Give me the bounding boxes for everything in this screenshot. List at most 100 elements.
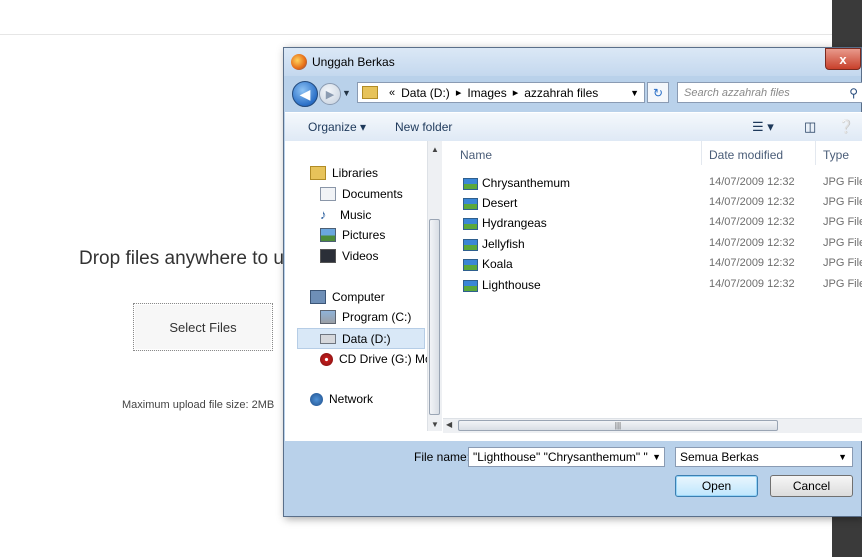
file-date: 14/07/2009 12:32: [709, 237, 795, 249]
nav-item-libraries[interactable]: Libraries: [310, 166, 378, 180]
file-row[interactable]: Desert 14/07/2009 12:32 JPG File: [443, 193, 862, 213]
file-row[interactable]: Hydrangeas 14/07/2009 12:32 JPG File: [443, 213, 862, 233]
scroll-up-icon[interactable]: ▲: [431, 145, 439, 154]
browser-content: Libraries Documents ♪ Music Pictures Vid…: [285, 141, 862, 441]
libraries-icon: [310, 166, 326, 180]
nav-item-data-d[interactable]: Data (D:): [297, 328, 425, 349]
image-file-icon: [463, 259, 478, 271]
organize-menu[interactable]: Organize ▾: [308, 120, 366, 134]
cancel-button[interactable]: Cancel: [770, 475, 853, 497]
nav-label: CD Drive (G:) Mo: [339, 352, 432, 366]
scrollbar-thumb[interactable]: |||: [458, 420, 778, 431]
nav-label: Music: [340, 208, 372, 222]
nav-label: Computer: [332, 290, 385, 304]
drive-d-icon: [320, 333, 336, 344]
firefox-icon: [291, 54, 307, 70]
column-header-date[interactable]: Date modified: [709, 148, 783, 162]
file-name: Lighthouse: [482, 278, 541, 292]
file-name-dropdown-icon[interactable]: ▼: [652, 452, 661, 462]
nav-label: Network: [329, 392, 374, 406]
breadcrumb-item[interactable]: azzahrah files: [524, 86, 598, 100]
file-upload-dialog: Unggah Berkas x ◀ ▶ ▼ « Data (D:) ▸ Imag…: [283, 47, 862, 517]
filter-value: Semua Berkas: [680, 450, 759, 464]
open-button[interactable]: Open: [675, 475, 758, 497]
view-options-icon[interactable]: ☰ ▾: [752, 119, 774, 135]
search-input[interactable]: Search azzahrah files ⚲: [677, 82, 862, 103]
file-type: JPG File: [823, 237, 862, 249]
file-date: 14/07/2009 12:32: [709, 278, 795, 290]
file-type-filter[interactable]: Semua Berkas ▼: [675, 447, 853, 467]
back-arrow-icon[interactable]: ◀: [292, 81, 318, 107]
column-header-name[interactable]: Name: [460, 148, 492, 162]
search-icon[interactable]: ⚲: [849, 86, 858, 100]
new-folder-button[interactable]: New folder: [395, 120, 452, 134]
breadcrumb-chevron-icon[interactable]: ▸: [513, 86, 519, 99]
nav-item-cd-drive[interactable]: CD Drive (G:) Mo: [320, 352, 432, 366]
file-list-hscrollbar[interactable]: ◀ |||: [443, 418, 862, 433]
forward-arrow-icon[interactable]: ▶: [319, 83, 341, 105]
image-file-icon: [463, 198, 478, 210]
file-name-label: File name:: [414, 450, 471, 464]
image-file-icon: [463, 178, 478, 190]
file-name: Chrysanthemum: [482, 176, 571, 190]
file-date: 14/07/2009 12:32: [709, 176, 795, 188]
file-date: 14/07/2009 12:32: [709, 196, 795, 208]
column-header-type[interactable]: Type: [823, 148, 849, 162]
pictures-icon: [320, 228, 336, 242]
preview-pane-icon[interactable]: ◫: [804, 119, 816, 135]
page-top-divider: [0, 34, 862, 35]
scroll-left-icon[interactable]: ◀: [446, 420, 452, 429]
nav-item-network[interactable]: Network: [310, 392, 373, 406]
select-files-button[interactable]: Select Files: [133, 303, 273, 351]
address-bar[interactable]: « Data (D:) ▸ Images ▸ azzahrah files ▼: [357, 82, 645, 103]
nav-label: Videos: [342, 249, 379, 263]
file-name: Desert: [482, 196, 518, 210]
help-icon[interactable]: ❔: [838, 119, 854, 135]
navigation-pane: Libraries Documents ♪ Music Pictures Vid…: [285, 141, 432, 431]
scrollbar-thumb[interactable]: [429, 219, 440, 415]
nav-item-program-c[interactable]: Program (C:): [320, 310, 411, 324]
dialog-titlebar[interactable]: Unggah Berkas x: [284, 48, 861, 76]
file-name: Hydrangeas: [482, 216, 547, 230]
max-upload-size-text: Maximum upload file size: 2MB: [122, 399, 275, 411]
navigation-scrollbar[interactable]: ▲ ▼: [427, 141, 442, 431]
cd-drive-icon: [320, 352, 333, 366]
computer-icon: [310, 290, 326, 304]
file-row[interactable]: Chrysanthemum 14/07/2009 12:32 JPG File: [443, 173, 862, 193]
file-list: Name Date modified Type Chrysanthemum 14…: [443, 141, 862, 421]
file-row[interactable]: Jellyfish 14/07/2009 12:32 JPG File: [443, 234, 862, 254]
column-separator[interactable]: [701, 141, 702, 165]
close-button[interactable]: x: [825, 48, 861, 70]
search-placeholder: Search azzahrah files: [684, 86, 790, 99]
drive-c-icon: [320, 310, 336, 324]
videos-icon: [320, 249, 336, 263]
image-file-icon: [463, 239, 478, 251]
file-date: 14/07/2009 12:32: [709, 257, 795, 269]
file-name-input[interactable]: "Lighthouse" "Chrysanthemum" " ▼: [468, 447, 665, 467]
column-separator[interactable]: [815, 141, 816, 165]
filter-dropdown-icon[interactable]: ▼: [838, 452, 847, 462]
file-row[interactable]: Lighthouse 14/07/2009 12:32 JPG File: [443, 275, 862, 295]
refresh-icon[interactable]: ↻: [647, 82, 669, 103]
nav-item-documents[interactable]: Documents: [320, 187, 403, 201]
breadcrumb-item[interactable]: Data (D:): [401, 86, 450, 100]
scroll-down-icon[interactable]: ▼: [431, 420, 439, 429]
breadcrumb-overflow-icon[interactable]: «: [389, 87, 395, 99]
nav-item-computer[interactable]: Computer: [310, 290, 385, 304]
breadcrumb-item[interactable]: Images: [467, 86, 506, 100]
music-icon: ♪: [320, 207, 327, 222]
nav-item-videos[interactable]: Videos: [320, 249, 378, 263]
navigation-bar: ◀ ▶ ▼ « Data (D:) ▸ Images ▸ azzahrah fi…: [284, 76, 862, 110]
nav-label: Pictures: [342, 228, 386, 242]
file-row[interactable]: Koala 14/07/2009 12:32 JPG File: [443, 254, 862, 274]
file-type: JPG File: [823, 176, 862, 188]
nav-label: Documents: [342, 187, 403, 201]
nav-item-music[interactable]: ♪ Music: [320, 208, 371, 222]
recent-pages-dropdown-icon[interactable]: ▼: [342, 88, 351, 98]
command-toolbar: Organize ▾ New folder ☰ ▾ ◫ ❔: [285, 112, 862, 142]
nav-label: Libraries: [332, 166, 379, 180]
breadcrumb-chevron-icon[interactable]: ▸: [456, 86, 462, 99]
file-type: JPG File: [823, 196, 862, 208]
address-dropdown-icon[interactable]: ▼: [630, 88, 639, 98]
nav-item-pictures[interactable]: Pictures: [320, 228, 385, 242]
